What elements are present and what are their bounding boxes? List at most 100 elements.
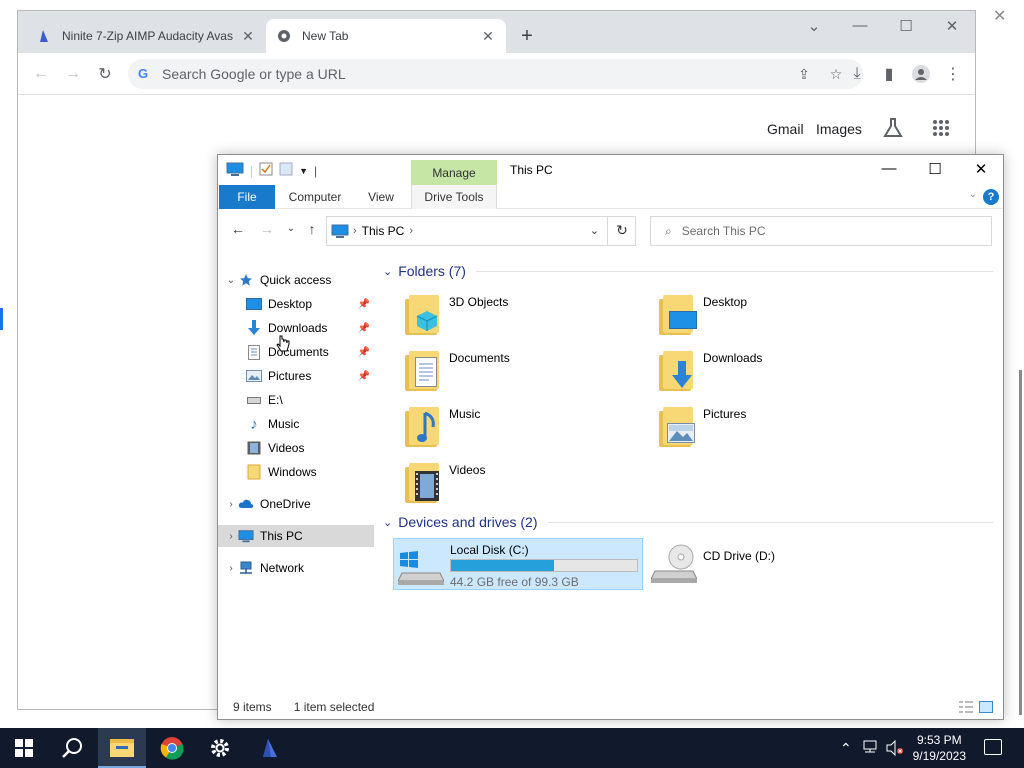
nav-item-videos[interactable]: Videos bbox=[218, 437, 374, 459]
chevron-down-icon[interactable]: ⌄ bbox=[224, 275, 238, 286]
manage-context-tab[interactable]: Manage bbox=[411, 160, 497, 186]
folder-desktop[interactable]: Desktop bbox=[657, 291, 887, 341]
close-window-button[interactable]: ✕ bbox=[958, 160, 1004, 178]
folder-name: Desktop bbox=[703, 295, 748, 309]
address-dropdown-icon[interactable]: ⌄ bbox=[590, 224, 599, 237]
folder-downloads[interactable]: Downloads bbox=[657, 347, 887, 397]
drive-name: CD Drive (D:) bbox=[703, 549, 775, 563]
folder-documents[interactable]: Documents bbox=[403, 347, 633, 397]
search-input[interactable]: ⌕ Search This PC bbox=[650, 216, 992, 246]
close-window-button[interactable]: ✕ bbox=[942, 17, 962, 35]
details-view-icon[interactable] bbox=[959, 701, 973, 713]
gmail-link[interactable]: Gmail bbox=[767, 121, 804, 137]
nav-item-e-drive[interactable]: E:\ bbox=[218, 389, 374, 411]
profile-avatar[interactable] bbox=[910, 63, 932, 85]
nav-item-documents[interactable]: Documents 📌 bbox=[218, 341, 374, 363]
scrollbar[interactable] bbox=[1019, 370, 1022, 715]
new-tab-button[interactable]: + bbox=[516, 25, 538, 47]
drive-local-disk-c[interactable]: Local Disk (C:) 44.2 GB free of 99.3 GB bbox=[393, 538, 643, 590]
folder-name: Music bbox=[449, 407, 481, 421]
chevron-down-icon[interactable]: ⌄ bbox=[383, 516, 392, 529]
forward-icon[interactable]: → bbox=[62, 63, 84, 85]
apps-grid-icon[interactable] bbox=[932, 119, 950, 140]
forward-icon[interactable]: → bbox=[258, 221, 276, 237]
tab-view[interactable]: View bbox=[358, 185, 404, 209]
minimize-button[interactable]: — bbox=[866, 160, 912, 177]
folder-name: Videos bbox=[449, 463, 486, 477]
maximize-button[interactable]: ☐ bbox=[912, 160, 958, 178]
breadcrumb-this-pc[interactable]: This PC bbox=[362, 224, 405, 238]
nav-item-music[interactable]: ♪ Music bbox=[218, 413, 374, 435]
tab-new-tab[interactable]: New Tab ✕ bbox=[266, 19, 506, 53]
expand-ribbon-icon[interactable]: ⌄ bbox=[969, 189, 977, 200]
start-button[interactable] bbox=[0, 728, 48, 768]
nav-quick-access[interactable]: ⌄ Quick access bbox=[218, 269, 374, 291]
nav-item-pictures[interactable]: Pictures 📌 bbox=[218, 365, 374, 387]
images-link[interactable]: Images bbox=[816, 121, 862, 137]
breadcrumb-chevron-icon[interactable]: › bbox=[409, 225, 413, 237]
address-bar[interactable]: › This PC › ⌄ bbox=[326, 216, 636, 246]
settings-gear-icon[interactable] bbox=[196, 728, 244, 768]
file-explorer-taskbar-icon[interactable] bbox=[98, 728, 146, 768]
reload-icon[interactable]: ↻ bbox=[94, 63, 116, 85]
folder-3d-objects[interactable]: 3D Objects bbox=[403, 291, 633, 341]
chrome-taskbar-icon[interactable] bbox=[148, 728, 196, 768]
search-icon[interactable] bbox=[48, 728, 96, 768]
close-tab-icon[interactable]: ✕ bbox=[480, 28, 496, 45]
cd-drive-icon bbox=[650, 543, 698, 586]
new-folder-icon[interactable] bbox=[279, 162, 293, 179]
tab-file[interactable]: File bbox=[219, 185, 275, 209]
share-icon[interactable]: ⇪ bbox=[795, 66, 813, 84]
close-icon[interactable]: ✕ bbox=[993, 6, 1006, 26]
menu-icon[interactable]: ⋮ bbox=[942, 63, 964, 85]
tab-computer[interactable]: Computer bbox=[282, 185, 348, 209]
tab-drive-tools[interactable]: Drive Tools bbox=[411, 185, 497, 209]
large-icons-view-icon[interactable] bbox=[979, 701, 993, 713]
ninite-taskbar-icon[interactable] bbox=[246, 728, 294, 768]
customize-toolbar-icon[interactable]: ▼ bbox=[299, 166, 308, 176]
music-icon: ♪ bbox=[250, 415, 258, 433]
tab-ninite[interactable]: Ninite 7-Zip AIMP Audacity Avas ✕ bbox=[26, 19, 266, 53]
folder-pictures[interactable]: Pictures bbox=[657, 403, 887, 453]
nav-this-pc[interactable]: › This PC bbox=[218, 525, 374, 547]
system-clock[interactable]: 9:53 PM 9/19/2023 bbox=[913, 732, 966, 764]
tab-search-icon[interactable]: ⌄ bbox=[804, 17, 824, 35]
notification-center-icon[interactable] bbox=[984, 739, 1002, 755]
chevron-right-icon[interactable]: › bbox=[224, 563, 238, 574]
properties-icon[interactable] bbox=[259, 162, 273, 179]
volume-muted-icon[interactable] bbox=[886, 739, 904, 759]
nav-item-desktop[interactable]: Desktop 📌 bbox=[218, 293, 374, 315]
recent-locations-icon[interactable]: ⌄ bbox=[282, 223, 300, 234]
folder-icon bbox=[246, 464, 262, 480]
up-icon[interactable]: ↑ bbox=[303, 221, 321, 237]
nav-item-downloads[interactable]: Downloads 📌 bbox=[218, 317, 374, 339]
back-icon[interactable]: ← bbox=[229, 221, 247, 237]
folder-videos[interactable]: Videos bbox=[403, 459, 633, 509]
breadcrumb-chevron-icon[interactable]: › bbox=[353, 225, 357, 237]
drive-cd-d[interactable]: CD Drive (D:) bbox=[650, 541, 851, 591]
omnibox[interactable]: G Search Google or type a URL ⇪ ☆ bbox=[128, 59, 863, 89]
help-icon[interactable]: ? bbox=[983, 189, 999, 205]
chevron-down-icon[interactable]: ⌄ bbox=[383, 265, 392, 278]
mouse-cursor-icon bbox=[276, 335, 290, 356]
devices-group-header[interactable]: ⌄ Devices and drives (2) bbox=[383, 514, 993, 530]
bookmark-star-icon[interactable]: ☆ bbox=[827, 66, 845, 84]
folder-music[interactable]: Music bbox=[403, 403, 633, 453]
nav-onedrive[interactable]: › OneDrive bbox=[218, 493, 374, 515]
labs-flask-icon[interactable] bbox=[882, 117, 904, 142]
chevron-right-icon[interactable]: › bbox=[224, 531, 238, 542]
nav-item-windows[interactable]: Windows bbox=[218, 461, 374, 483]
refresh-button[interactable]: ↻ bbox=[607, 216, 636, 246]
folders-group-header[interactable]: ⌄ Folders (7) bbox=[383, 263, 993, 279]
maximize-button[interactable]: ☐ bbox=[896, 17, 916, 35]
side-panel-icon[interactable]: ▮ bbox=[878, 63, 900, 85]
chevron-up-icon[interactable]: ⌃ bbox=[840, 740, 852, 757]
nav-network[interactable]: › Network bbox=[218, 557, 374, 579]
close-tab-icon[interactable]: ✕ bbox=[240, 28, 256, 45]
back-icon[interactable]: ← bbox=[30, 63, 52, 85]
download-icon[interactable]: ⤓ bbox=[846, 63, 868, 85]
chevron-right-icon[interactable]: › bbox=[224, 499, 238, 510]
minimize-button[interactable]: — bbox=[850, 17, 870, 34]
network-tray-icon[interactable] bbox=[862, 740, 878, 757]
nav-label: Pictures bbox=[268, 369, 312, 383]
